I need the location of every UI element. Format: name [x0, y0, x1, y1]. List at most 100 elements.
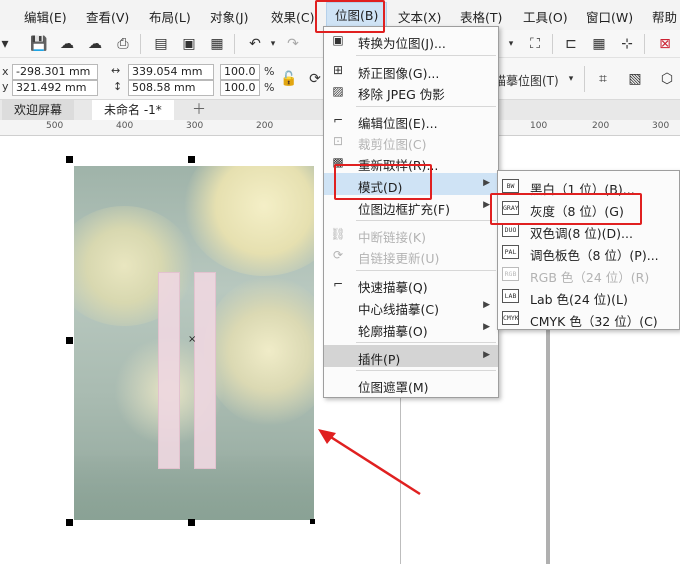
menu-window[interactable]: 窗口(W): [586, 7, 633, 26]
full-screen-icon[interactable]: ⛶: [524, 33, 546, 55]
resize-handle-top[interactable]: [188, 156, 195, 163]
width-field[interactable]: 339.054 mm: [128, 64, 214, 80]
menu-item-quick-trace[interactable]: ⌐ 快速描摹(Q): [324, 273, 498, 295]
menu-separator: [356, 342, 496, 343]
height-field[interactable]: 508.58 mm: [128, 80, 214, 96]
crop-bitmap-icon: ⊡: [332, 134, 344, 148]
tab-welcome[interactable]: 欢迎屏幕: [2, 100, 75, 120]
lock-ratio-icon[interactable]: 🔓: [278, 68, 300, 90]
cloud-download-icon[interactable]: ☁: [84, 33, 106, 55]
copy-icon[interactable]: ▣: [178, 33, 200, 55]
submenu-item-palette[interactable]: PAL 调色板色（8 位）(P)...: [498, 241, 679, 263]
percent-label: %: [264, 65, 275, 78]
menu-separator: [356, 55, 496, 56]
menu-item-plugins[interactable]: 插件(P) ▶: [324, 345, 498, 367]
submenu-arrow-icon: ▶: [483, 178, 490, 188]
jpeg-icon: ▨: [332, 84, 344, 98]
duotone-mode-icon: DUO: [502, 223, 519, 237]
flower-shape: [184, 166, 314, 276]
menu-item-remove-jpeg[interactable]: ▨ 移除 JPEG 伪影: [324, 80, 498, 102]
annotation-box-mode: [334, 164, 432, 200]
submenu-arrow-icon: ▶: [483, 200, 490, 210]
print-icon[interactable]: ⎙: [112, 33, 134, 55]
y-position-field[interactable]: 321.492 mm: [12, 80, 98, 96]
snap-off-icon[interactable]: ⊠: [654, 33, 676, 55]
menu-item-outline-trace[interactable]: 轮廓描摹(O) ▶: [324, 317, 498, 339]
new-tab-plus-icon[interactable]: ＋: [186, 100, 212, 120]
toolbar-divider: [234, 34, 235, 54]
ruler-label: 500: [46, 121, 64, 131]
submenu-arrow-icon: ▶: [483, 350, 490, 360]
menu-effects[interactable]: 效果(C): [271, 7, 314, 26]
straighten-icon: ⊞: [332, 63, 344, 77]
toolbar-divider: [584, 66, 585, 92]
menu-separator: [356, 220, 496, 221]
menu-table[interactable]: 表格(T): [460, 7, 502, 26]
trace-dropdown-icon[interactable]: ▾: [560, 68, 582, 90]
trace-bitmap-button[interactable]: 描摹位图(T): [494, 72, 559, 89]
menu-separator: [356, 370, 496, 371]
paste-icon[interactable]: ▦: [206, 33, 228, 55]
update-link-icon: ⟳: [332, 248, 344, 262]
menu-text[interactable]: 文本(X): [398, 7, 441, 26]
menu-item-bitmap-mask[interactable]: 位图遮罩(M): [324, 373, 498, 395]
pink-bar-left: [158, 272, 180, 469]
submenu-arrow-icon: ▶: [483, 322, 490, 332]
menu-item-edit-bitmap[interactable]: ⌐ 编辑位图(E)...: [324, 109, 498, 131]
menu-item-centerline-trace[interactable]: 中心线描摹(C) ▶: [324, 295, 498, 317]
undo-dropdown-icon[interactable]: ▾: [262, 33, 284, 55]
resize-handle-bottom-right[interactable]: [310, 519, 315, 524]
menu-tools[interactable]: 工具(O): [523, 7, 568, 26]
tab-untitled[interactable]: 未命名 -1*: [92, 100, 174, 120]
menu-object[interactable]: 对象(J): [210, 7, 248, 26]
guidelines-icon[interactable]: ⊹: [616, 33, 638, 55]
y-axis-icon: y: [2, 80, 9, 93]
x-axis-icon: x: [2, 65, 9, 78]
save-icon[interactable]: 💾: [28, 33, 50, 55]
menu-view[interactable]: 查看(V): [86, 7, 129, 26]
scale-y-field[interactable]: 100.0: [220, 80, 260, 96]
toolbar-divider: [140, 34, 141, 54]
selected-bitmap-image[interactable]: ×: [74, 166, 314, 520]
annotation-box-grayscale: [490, 193, 642, 225]
percent-label: %: [264, 81, 275, 94]
menu-separator: [356, 106, 496, 107]
ruler-label: 400: [116, 121, 134, 131]
rulers-icon[interactable]: ⊏: [560, 33, 582, 55]
pink-bar-right: [194, 272, 216, 469]
menu-separator: [356, 270, 496, 271]
menu-layout[interactable]: 布局(L): [149, 7, 191, 26]
cut-icon[interactable]: ▤: [150, 33, 172, 55]
width-icon: ↔: [111, 64, 121, 77]
palette-mode-icon: PAL: [502, 245, 519, 259]
grid-icon[interactable]: ▦: [588, 33, 610, 55]
quick-trace-icon: ⌐: [332, 277, 344, 291]
scale-x-field[interactable]: 100.0: [220, 64, 260, 80]
menu-edit[interactable]: 编辑(E): [24, 7, 67, 26]
resize-handle-bottom[interactable]: [188, 519, 195, 526]
page-shadow: [546, 330, 550, 564]
shape-icon[interactable]: ⬡: [656, 68, 678, 90]
redo-icon[interactable]: ↷: [282, 33, 304, 55]
resize-handle-bottom-left[interactable]: [66, 519, 73, 526]
menu-item-break-link: ⛓ 中断链接(K): [330, 227, 426, 245]
zoom-dropdown-icon[interactable]: ▾: [500, 33, 522, 55]
resize-handle-left[interactable]: [66, 337, 73, 344]
menu-item-crop-bitmap: ⊡ 裁剪位图(C): [324, 130, 498, 152]
x-position-field[interactable]: -298.301 mm: [12, 64, 98, 80]
menu-item-straighten[interactable]: ⊞ 矫正图像(G)...: [324, 59, 498, 81]
mask-icon[interactable]: ▧: [624, 68, 646, 90]
dropdown-arrow-icon[interactable]: ▾: [0, 33, 16, 55]
cloud-upload-icon[interactable]: ☁: [56, 33, 78, 55]
annotation-box-bitmap-menu: [315, 0, 385, 33]
resize-handle-top-left[interactable]: [66, 156, 73, 163]
crop-icon[interactable]: ⌗: [592, 68, 614, 90]
submenu-item-lab[interactable]: LAB Lab 色(24 位)(L): [498, 285, 679, 307]
submenu-item-cmyk[interactable]: CMYK CMYK 色（32 位）(C): [498, 307, 679, 329]
bitmap-menu: ▣ 转换为位图(J)... ⊞ 矫正图像(G)... ▨ 移除 JPEG 伪影 …: [323, 26, 499, 398]
menu-item-update-link: ⟳ 自链接更新(U): [324, 244, 498, 266]
toolbar-divider: [552, 34, 553, 54]
menu-help[interactable]: 帮助: [652, 7, 677, 26]
ruler-label: 200: [256, 121, 274, 131]
lab-mode-icon: LAB: [502, 289, 519, 303]
